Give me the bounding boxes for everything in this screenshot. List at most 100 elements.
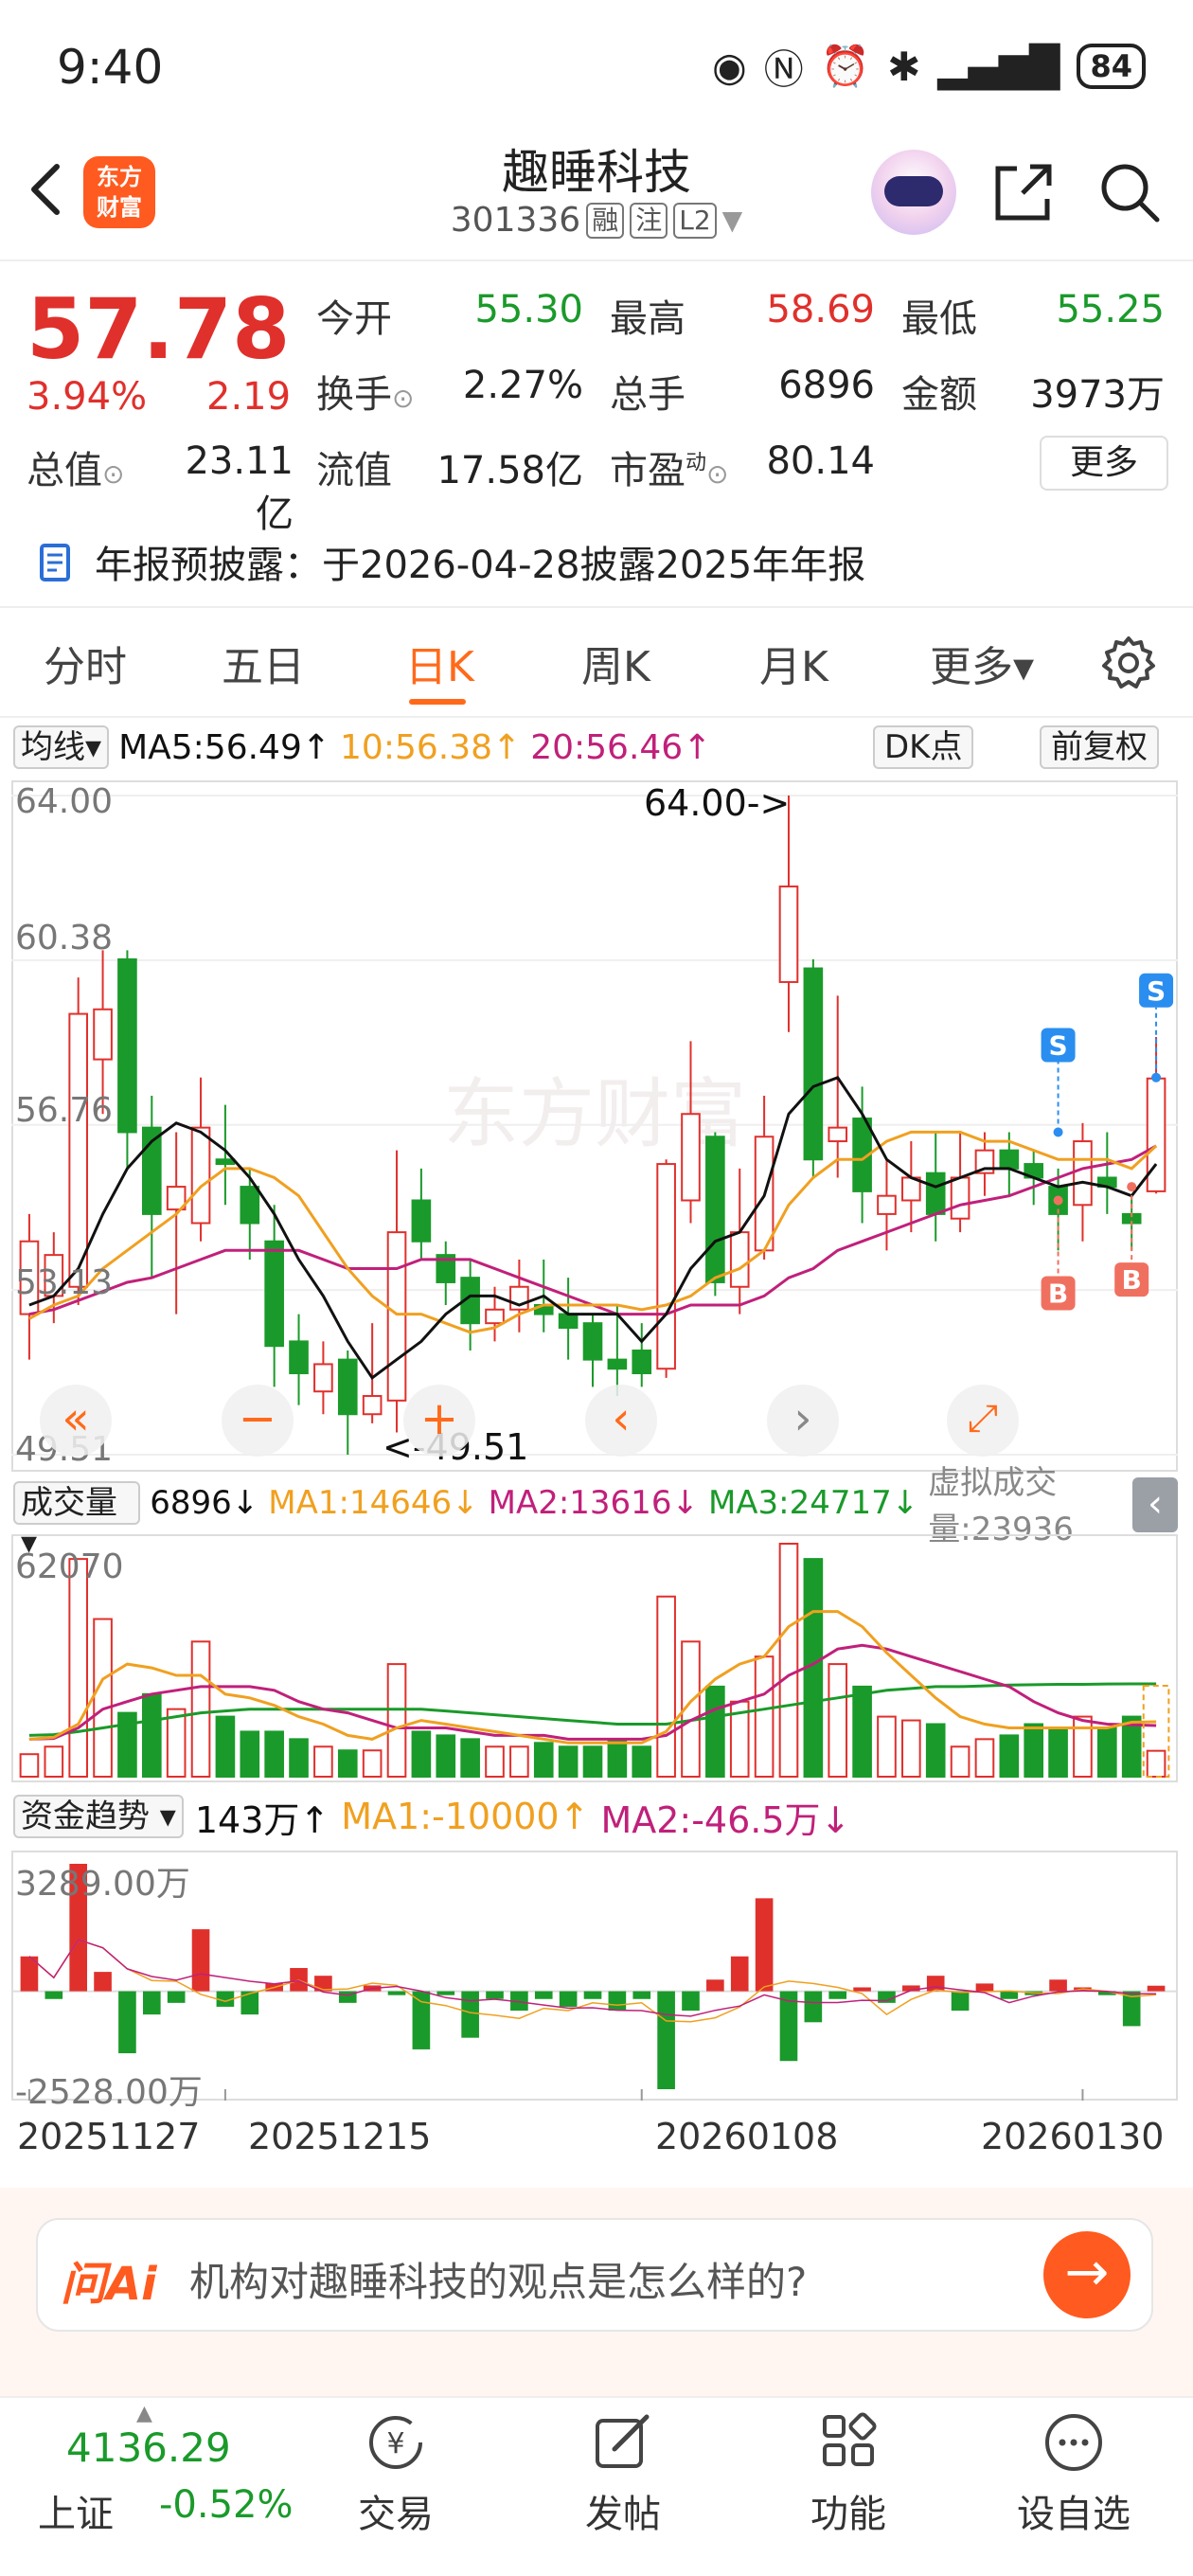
volume-bar [190,1640,211,1779]
info-icon[interactable]: ⊙ [706,458,728,490]
volume-bar [313,1745,333,1779]
float-cap-value: 17.58亿 [436,449,583,492]
index-name[interactable]: 上证 [38,2483,114,2538]
candle-body [93,1008,113,1061]
search-icon[interactable] [1096,159,1163,225]
more-button[interactable]: 更多 [1040,436,1168,491]
volume-bar [582,1745,603,1779]
step-left-button[interactable]: ‹ [585,1385,657,1457]
volume-bar [460,1738,480,1778]
cash-trend-value: 143万↑ [194,1798,330,1841]
candle-body [632,1350,652,1375]
ai-question-placeholder[interactable]: 机构对趣睡科技的观点是怎么样的? [189,2250,807,2308]
tab-weekly-k[interactable]: 周K [581,633,650,693]
candle-body [313,1363,333,1393]
nav-trade[interactable]: ¥ 交易 [320,2411,472,2538]
volume-bar [141,1692,162,1778]
candle-body [582,1322,603,1361]
marker-dot [1053,1127,1063,1137]
share-icon[interactable] [990,159,1057,225]
index-value[interactable]: 4136.29 [66,2424,231,2471]
candle-body [607,1358,628,1370]
tab-intraday[interactable]: 分时 [44,633,127,693]
forward-adjust-button[interactable]: 前复权 [1040,725,1159,769]
candle-body [828,1126,848,1143]
nav-post[interactable]: 发帖 [547,2411,699,2538]
candle-body [337,1358,358,1416]
zoom-in-button[interactable]: + [403,1385,475,1457]
candle-body [411,1199,432,1243]
tab-daily-k[interactable]: 日K [405,633,474,693]
arrow-right-icon[interactable]: → [1043,2231,1131,2318]
cash-axis-max: 3289.00万 [15,1865,190,1904]
cash-bar [1147,1985,1166,1992]
date-axis-label: 20260130 [981,2116,1165,2157]
zoom-out-button[interactable]: − [222,1385,294,1457]
float-cap-label: 流值 [316,449,392,492]
follow-badge: 注 [630,202,668,239]
candle-body [999,1149,1020,1170]
volume-bar [877,1715,897,1778]
post-icon [596,2414,650,2468]
cash-bar [853,1987,871,1992]
candle-body [289,1340,309,1375]
candle-body [877,1194,897,1215]
tab-more[interactable]: 更多▾ [930,633,1034,693]
volume-chart[interactable] [11,1534,1178,1782]
date-axis-label: 20251127 [17,2116,201,2157]
svg-text:¥: ¥ [386,2427,404,2460]
candle-body [558,1313,579,1329]
current-price: 57.78 [27,280,291,378]
change-amount: 2.19 [206,375,292,419]
tab-five-day[interactable]: 五日 [222,633,305,693]
cash-bar [559,1991,578,2007]
bluetooth-icon: ✱ [887,43,921,90]
candle-body [68,1012,88,1288]
cash-trend-dropdown[interactable]: 资金趋势 ▾ [13,1795,184,1838]
total-lots-label: 总手 [610,373,686,417]
cash-bar [436,1991,455,1995]
candle-body [729,1231,750,1288]
dk-point-button[interactable]: DK点 [873,725,974,769]
total-lots-value: 6896 [778,364,875,407]
ma-dropdown[interactable]: 均线▾ [13,725,110,769]
kline-chart[interactable]: 东方财富 S S B B [11,780,1178,1472]
candle-body [215,1158,236,1166]
annual-report-notice[interactable]: 年报预披露：于2026-04-28披露2025年年报 [95,534,865,589]
volume-dropdown[interactable]: 成交量 ▾ [13,1481,141,1562]
cash-bar [975,1983,994,1992]
turnover-label: 换手⊙ [316,373,415,417]
candle-body [264,1240,284,1348]
open-value: 55.30 [474,288,583,331]
volume-bar [533,1742,554,1779]
nav-add-watchlist[interactable]: 设自选 [998,2411,1149,2538]
high-value: 58.69 [766,288,875,331]
candle-body [117,957,137,1134]
low-label: 最低 [901,297,977,341]
tab-monthly-k[interactable]: 月K [759,633,828,693]
cash-bar [94,1972,112,1992]
index-change[interactable]: -0.52% [159,2483,294,2527]
info-icon[interactable]: ⊙ [392,383,414,414]
cash-bar [755,1898,774,1992]
candle-body [240,1186,260,1225]
cash-bar [461,1991,479,2038]
scroll-left-fast-button[interactable]: « [40,1385,112,1457]
volume-bar [436,1734,456,1778]
volume-bar [1097,1726,1117,1778]
change-percent: 3.94% [27,375,148,419]
chevron-down-icon[interactable]: ▼ [722,205,743,236]
fullscreen-button[interactable]: ⤢ [947,1385,1019,1457]
volume-bar [411,1730,432,1779]
cash-trend-row: 资金趋势 ▾ 143万↑ MA1:-10000↑ MA2:-46.5万↓ [13,1792,850,1841]
nav-functions[interactable]: 功能 [773,2411,924,2538]
volume-bar [1146,1749,1166,1779]
signal-icon: ▂▄▆█ [937,43,1060,90]
gear-icon[interactable] [1100,635,1157,691]
eye-icon: ◉ [712,43,747,90]
step-right-button[interactable]: › [767,1385,839,1457]
cash-axis-min: -2528.00万 [15,2073,203,2112]
collapse-side-panel-button[interactable]: ‹ [1132,1477,1178,1532]
info-icon[interactable]: ⊙ [102,458,124,490]
cash-bar [632,1991,651,1999]
